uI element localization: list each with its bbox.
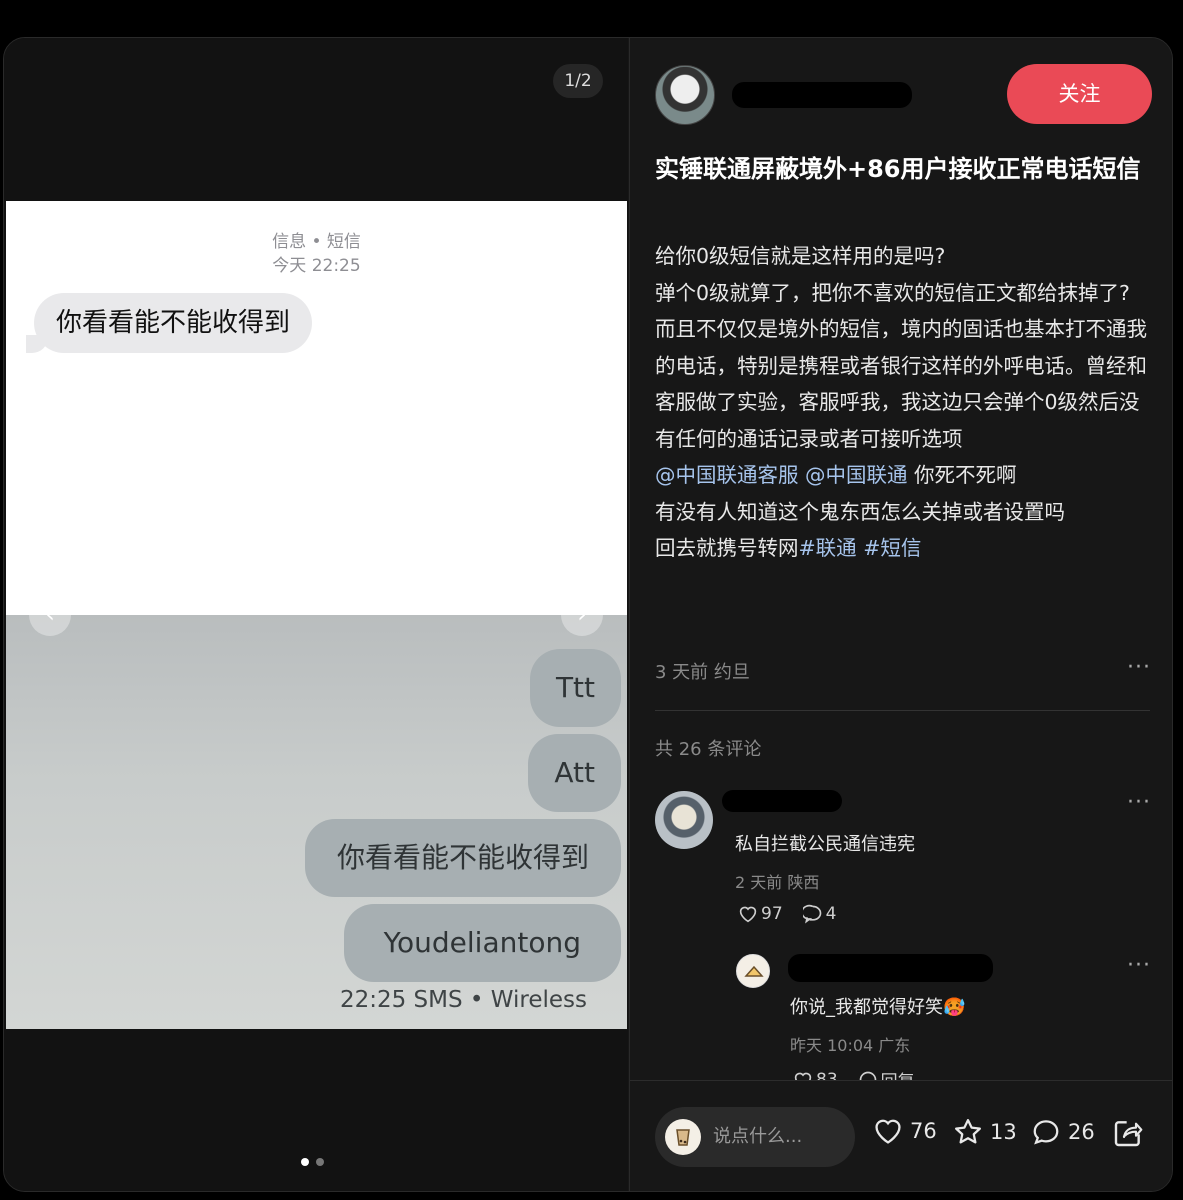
comment-more-button[interactable]: ··· [1127,790,1151,815]
outgoing-bubble: 你看看能不能收得到 [304,819,621,897]
outgoing-bubble: Att [528,734,621,812]
comment-reply-button[interactable]: 4 [802,904,837,924]
sms-status: 22:25 SMS • Wireless [339,987,587,1013]
incoming-bubble: 你看看能不能收得到 [25,293,313,353]
heart-icon [875,1119,901,1144]
screenshot-top: 信息 • 短信 今天 22:25 你看看能不能收得到 [6,201,627,615]
image-counter: 1/2 [553,64,603,98]
comment-input[interactable]: 说点什么... [655,1107,855,1167]
body-line: 弹个0级就算了，把你不喜欢的短信正文都给抹掉了? [655,280,1130,305]
redacted-replier-name [788,954,993,982]
comment-button[interactable]: 26 [1030,1117,1095,1147]
post-card: 1/2 信息 • 短信 今天 22:25 你看看能不能收得到 Ttt Att 你… [3,37,1173,1192]
chat-bubble-icon [802,904,821,924]
reply-meta: 昨天 10:04 广东 [790,1036,911,1055]
comment-total: 26 [1068,1120,1095,1144]
mention-link[interactable]: @中国联通 [805,463,908,487]
message-time: 今天 22:25 [272,256,361,276]
chat-bubble-icon [1033,1120,1059,1145]
share-button[interactable] [1112,1117,1150,1149]
body-line: 有没有人知道这个鬼东西怎么关掉或者设置吗 [655,499,1065,524]
post-meta: 3 天前 约旦 [655,662,750,683]
message-header: 信息 • 短信 [272,232,361,252]
like-button[interactable]: 76 [872,1117,937,1145]
outgoing-bubble: Ttt [529,649,621,727]
hashtag-link[interactable]: #短信 [863,536,921,560]
avatar-doodle-icon [744,965,764,977]
body-line: 给你0级短信就是这样用的是吗? [655,244,946,268]
comment-input-placeholder: 说点什么... [713,1126,803,1147]
next-image-button[interactable]: › [561,594,603,636]
favorite-total: 13 [990,1120,1017,1144]
comments-count: 共 26 条评论 [655,739,762,760]
comment-like-button[interactable]: 97 [738,904,783,924]
heart-icon [739,906,757,923]
favorite-button[interactable]: 13 [952,1117,1017,1147]
reply-more-button[interactable]: ··· [1127,953,1151,978]
author-avatar[interactable] [655,65,715,125]
redacted-author-name [732,82,912,108]
mention-link[interactable]: @中国联通客服 [655,463,799,487]
my-avatar [665,1119,701,1155]
boba-icon [676,1129,690,1146]
outgoing-bubble: Youdeliantong [343,904,621,982]
mention-line: @中国联通客服 @中国联通 你死不死啊 [655,457,1155,494]
reply-count: 4 [825,904,837,924]
like-count: 97 [761,904,783,924]
divider [655,710,1150,711]
pagination-dot[interactable] [316,1158,324,1166]
tag-line: 回去就携号转网#联通 #短信 [655,530,1155,567]
like-total: 76 [910,1119,937,1143]
comment-text: 私自拦截公民通信违宪 [735,834,915,855]
bottom-action-bar: 说点什么... 76 13 26 [630,1080,1172,1191]
hashtag-link[interactable]: #联通 [799,536,857,560]
screenshot-bottom: Ttt Att 你看看能不能收得到 Youdeliantong 22:25 SM… [6,615,627,1029]
chevron-right-icon: › [577,600,587,628]
post-detail-panel: 关注 实锤联通屏蔽境外+86用户接收正常电话短信 给你0级短信就是这样用的是吗?… [629,38,1172,1191]
image-pagination [301,1151,331,1170]
star-icon [955,1119,981,1144]
redacted-commenter-name [722,790,842,812]
share-icon [1114,1121,1143,1147]
prev-image-button[interactable]: ‹ [29,594,71,636]
comment-actions: 97 4 [738,904,836,924]
post-body: 给你0级短信就是这样用的是吗? 弹个0级就算了，把你不喜欢的短信正文都给抹掉了?… [655,238,1155,567]
mention-tail: 你死不死啊 [907,463,1017,487]
media-viewer[interactable]: 1/2 信息 • 短信 今天 22:25 你看看能不能收得到 Ttt Att 你… [4,38,628,1191]
commenter-avatar[interactable] [655,791,713,849]
reply-text: 你说_我都觉得好笑🥵 [790,997,966,1018]
body-text: 回去就携号转网 [655,536,799,560]
follow-button[interactable]: 关注 [1007,64,1152,124]
post-title: 实锤联通屏蔽境外+86用户接收正常电话短信 [655,155,1141,183]
body-line: 而且不仅仅是境外的短信，境内的固话也基本打不通我的电话，特别是携程或者银行这样的… [655,317,1147,451]
comment-meta: 2 天前 陕西 [735,873,820,892]
chevron-left-icon: ‹ [45,600,55,628]
reply-avatar[interactable] [736,954,770,988]
pagination-dot-active[interactable] [301,1158,309,1166]
post-image: 信息 • 短信 今天 22:25 你看看能不能收得到 Ttt Att 你看看能不… [6,201,627,1029]
post-more-button[interactable]: ··· [1127,655,1151,680]
